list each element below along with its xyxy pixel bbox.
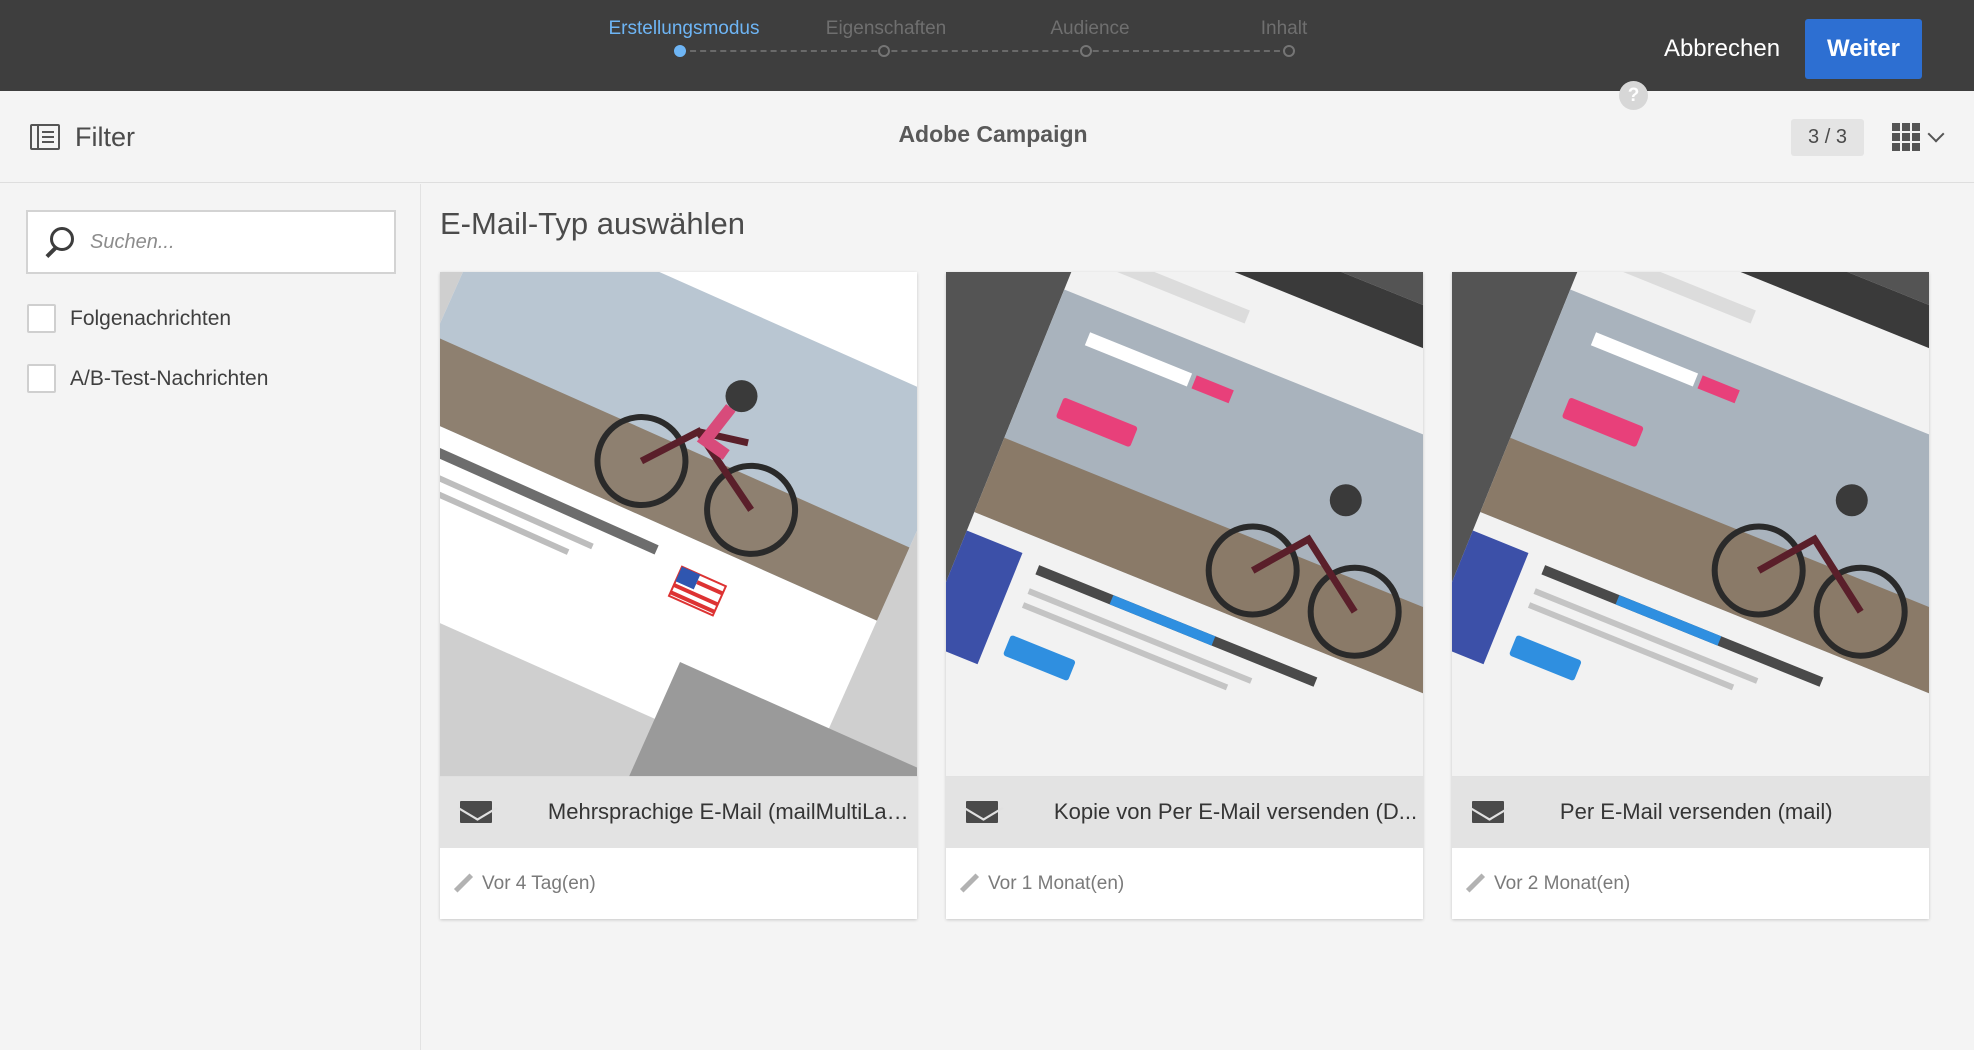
cancel-button[interactable]: Abbrechen — [1652, 19, 1792, 79]
template-modified-date: Vor 1 Monat(en) — [988, 872, 1125, 894]
step-audience-dot — [1080, 45, 1092, 57]
template-thumbnail — [440, 272, 917, 777]
app-title: Adobe Campaign — [898, 121, 1088, 147]
template-card-copy-send-email[interactable]: Kopie von Per E-Mail versenden (D... Vor… — [946, 272, 1423, 919]
step-creation-mode-label: Erstellungsmodus — [608, 18, 760, 39]
step-properties-label: Eigenschaften — [825, 18, 947, 39]
step-audience-label: Audience — [1050, 18, 1130, 39]
mail-icon — [966, 801, 998, 823]
pencil-icon — [452, 873, 474, 895]
grid-view-icon — [1892, 123, 1920, 151]
wizard-bar: Erstellungsmodus Eigenschaften Audience … — [0, 0, 1974, 91]
view-mode-dropdown[interactable] — [1892, 121, 1945, 153]
pencil-icon — [958, 873, 980, 895]
template-card-send-email[interactable]: Per E-Mail versenden (mail) Vor 2 Monat(… — [1452, 272, 1929, 919]
template-meta: Vor 2 Monat(en) — [1452, 848, 1929, 919]
template-modified-date: Vor 2 Monat(en) — [1494, 872, 1631, 894]
template-name: Kopie von Per E-Mail versenden (D... — [1053, 799, 1418, 824]
template-name: Per E-Mail versenden (mail) — [1559, 799, 1833, 824]
search-icon — [42, 225, 76, 259]
filter-row-ab-test[interactable]: A/B-Test-Nachrichten — [27, 364, 268, 393]
template-thumbnail — [1452, 272, 1929, 777]
template-name: Mehrsprachige E-Mail (mailMultiLang) — [547, 799, 917, 824]
template-title-bar: Per E-Mail versenden (mail) — [1452, 776, 1929, 848]
ab-test-checkbox-label: A/B-Test-Nachrichten — [70, 366, 269, 390]
template-title-bar: Mehrsprachige E-Mail (mailMultiLang) — [440, 776, 917, 848]
result-count-badge: 3 / 3 — [1791, 119, 1864, 156]
step-properties-dot — [878, 45, 890, 57]
pencil-icon — [1464, 873, 1486, 895]
template-title-bar: Kopie von Per E-Mail versenden (D... — [946, 776, 1423, 848]
template-meta: Vor 1 Monat(en) — [946, 848, 1423, 919]
step-creation-mode-dot — [674, 45, 686, 57]
template-gallery: E-Mail-Typ auswählen Mehrsprachige E-Mai… — [422, 184, 1974, 1050]
filter-row-followup[interactable]: Folgenachrichten — [27, 304, 231, 333]
steps-connector — [680, 50, 1290, 52]
followup-checkbox-label: Folgenachrichten — [70, 306, 232, 330]
mail-icon — [460, 801, 492, 823]
list-header: Filter Adobe Campaign 3 / 3 — [0, 91, 1974, 183]
template-thumbnail — [946, 272, 1423, 777]
step-content-label: Inhalt — [1260, 18, 1308, 39]
next-button[interactable]: Weiter — [1805, 19, 1922, 79]
template-card-multilang[interactable]: Mehrsprachige E-Mail (mailMultiLang) Vor… — [440, 272, 917, 919]
page-title: E-Mail-Typ auswählen — [440, 206, 745, 241]
chevron-down-icon — [1927, 125, 1945, 143]
mail-icon — [1472, 801, 1504, 823]
search-input[interactable] — [90, 230, 380, 254]
ab-test-checkbox[interactable] — [27, 364, 56, 393]
filter-sidebar: Folgenachrichten A/B-Test-Nachrichten — [0, 184, 421, 1050]
step-content-dot — [1283, 45, 1295, 57]
search-box[interactable] — [26, 210, 396, 274]
followup-checkbox[interactable] — [27, 304, 56, 333]
template-meta: Vor 4 Tag(en) — [440, 848, 917, 919]
help-icon[interactable]: ? — [1619, 81, 1648, 110]
template-modified-date: Vor 4 Tag(en) — [482, 872, 596, 894]
